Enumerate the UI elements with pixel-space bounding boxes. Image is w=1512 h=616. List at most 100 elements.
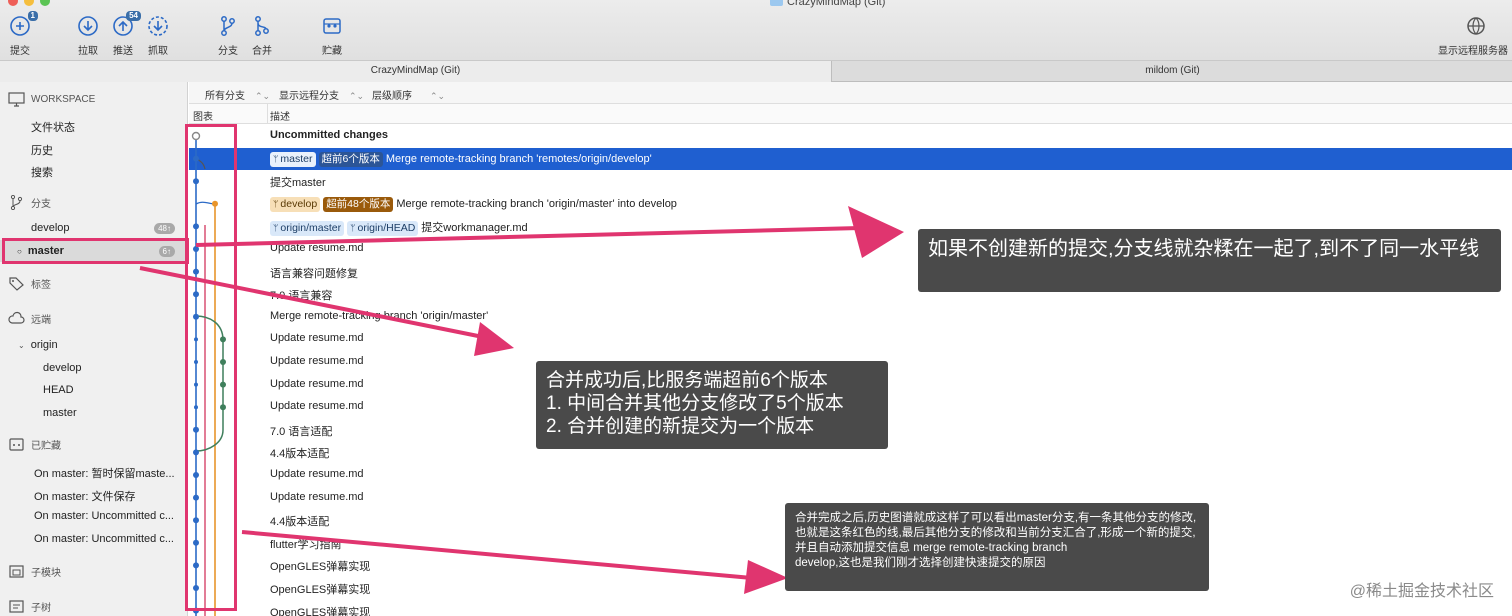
branches-header[interactable]: 分支 [8,194,51,211]
stash-button[interactable]: 贮藏 [312,14,352,57]
commit-description: 提交master [270,174,326,190]
subtrees-header[interactable]: 子树 [8,599,51,614]
commit-message: 7.0 语言适配 [270,425,333,438]
sidebar-stash-item[interactable]: On master: 文件保存 [34,488,135,504]
commit-row[interactable]: ᛘ master 超前6个版本 Merge remote-tracking branc… [189,147,1512,170]
globe-icon [1464,14,1488,38]
commit-row[interactable]: Merge remote-tracking branch 'origin/mas… [189,306,1512,328]
commit-message: Merge remote-tracking branch 'remotes/or… [385,152,652,165]
commit-row[interactable]: ᛘ develop 超前48个版本 Merge remote-tracking bra… [189,193,1512,215]
commit-message: Update resume.md [270,355,364,367]
pull-button[interactable]: 拉取 [68,14,108,57]
commit-message: Merge remote-tracking branch 'origin/mas… [270,309,489,322]
window-title: CrazyMindMap (Git) [770,0,885,8]
commit-message: 7.0 语言兼容 [270,290,333,303]
chevron-updown-icon: ⌃⌄ [349,91,365,101]
commit-description: Update resume.md [270,491,364,503]
commit-description: Update resume.md [270,332,364,344]
fetch-label: 抓取 [148,46,168,57]
branch-icon [8,194,25,211]
repo-tab-mildom[interactable]: mildom (Git) [833,61,1512,82]
fetch-button[interactable]: 抓取 [138,14,178,57]
commit-message: OpenGLES弹幕实现 [270,561,371,574]
commit-message: 提交workmanager.md [421,222,528,235]
monitor-icon [8,92,25,107]
note2-line: 1. 中间合并其他分支修改了5个版本 [546,393,844,414]
commit-description: Update resume.md [270,378,364,390]
filter-bar: 所有分支 ⌃⌄ 显示远程分支 ⌃⌄ 层级顺序 ⌃⌄ [189,82,1512,104]
commit-row[interactable]: Update resume.md [189,328,1512,350]
commit-button[interactable]: 1 提交 [0,11,40,57]
branch-chip-label: master [280,152,313,165]
submodules-label: 子模块 [31,568,61,579]
sidebar-item-origin-develop[interactable]: develop [43,362,82,374]
commit-description: 4.4版本适配 [270,445,329,461]
commit-description: flutter学习指南 [270,536,342,552]
zoom-window-button[interactable] [40,0,50,6]
subtree-icon [8,599,25,614]
sidebar-item-origin-master[interactable]: master [43,407,77,419]
order-dropdown[interactable]: 层级顺序 ⌃⌄ [372,87,445,102]
stashes-label: 已贮藏 [31,441,61,452]
remote-label: 显示远程服务器 [1438,46,1508,57]
commit-description: Merge remote-tracking branch 'origin/mas… [270,310,488,322]
sourcetree-window: CrazyMindMap (Git) 1 提交 拉取 54 推送 抓取 分支 合… [0,0,1512,616]
stashes-header[interactable]: 已贮藏 [8,437,61,452]
submodule-icon [8,564,25,579]
commit-description: OpenGLES弹幕实现 [270,604,370,616]
description-column-header[interactable]: 描述 [270,108,290,123]
remote-filter-dropdown[interactable]: 显示远程分支 ⌃⌄ [279,87,364,102]
graph-column-header[interactable]: 图表 [193,108,213,123]
tags-header[interactable]: 标签 [8,276,51,291]
commit-message: 提交master [270,177,326,190]
branch-filter-dropdown[interactable]: 所有分支 ⌃⌄ [205,87,270,102]
tags-label: 标签 [31,280,51,291]
merge-label: 合并 [252,46,272,57]
commit-description: ᛘ origin/master ᛘ origin/HEAD 提交workmanager.… [270,219,528,237]
commit-message: flutter学习指南 [270,538,342,551]
close-window-button[interactable] [8,0,18,6]
stash-label: 贮藏 [322,46,342,57]
sidebar-stash-item[interactable]: On master: Uncommitted c... [34,533,174,545]
branch-chip[interactable]: ᛘ master [270,151,316,167]
sidebar-item-search[interactable]: 搜索 [31,164,53,180]
commit-row[interactable]: 提交master [189,170,1512,192]
branch-chip[interactable]: ᛘ develop [270,196,321,212]
sidebar-item-origin[interactable]: ⌄ origin [18,339,58,351]
folder-icon [770,0,783,6]
note3-line: 合并完成之后,历史图谱就成这样了可以看出master分支,有一条其他分支的修改,… [795,512,1197,554]
commit-row[interactable]: Update resume.md [189,464,1512,486]
commit-description: 7.0 语言兼容 [270,287,332,303]
sidebar-item-origin-head[interactable]: HEAD [43,384,74,396]
note3-line: develop,这也是我们刚才选择创建快速提交的原因 [795,557,1046,569]
submodules-header[interactable]: 子模块 [8,564,61,579]
push-button[interactable]: 54 推送 [103,11,143,57]
branch-icon: ᛘ [273,198,279,209]
column-divider[interactable] [267,104,268,124]
sidebar-item-history[interactable]: 历史 [31,142,53,158]
repo-tab-crazymindmap[interactable]: CrazyMindMap (Git) [0,61,832,82]
show-remote-button[interactable]: 显示远程服务器 [1438,14,1508,57]
sidebar-item-develop[interactable]: develop [31,222,70,234]
commit-message: 语言兼容问题修复 [270,267,358,280]
merge-button[interactable]: 合并 [242,14,282,57]
commit-description: Update resume.md [270,242,364,254]
annotation-box-master [2,238,189,264]
commit-message: 4.4版本适配 [270,448,330,461]
remote-filter-label: 显示远程分支 [279,91,339,102]
commit-row[interactable]: OpenGLES弹幕实现 [189,600,1512,616]
sidebar-stash-item[interactable]: On master: 暂时保留maste... [34,465,175,481]
sidebar-item-file-status[interactable]: 文件状态 [31,119,75,135]
remote-branch-chip[interactable]: ᛘ origin/HEAD [347,221,419,237]
push-icon: 54 [111,11,141,38]
remote-branch-chip[interactable]: ᛘ origin/master [270,221,345,237]
commit-description: 语言兼容问题修复 [270,265,358,281]
remotes-header[interactable]: 远端 [8,311,51,326]
commit-row[interactable]: Uncommitted changes [189,125,1512,147]
annotation-note-2: 合并成功后,比服务端超前6个版本 1. 中间合并其他分支修改了5个版本 2. 合… [536,361,888,449]
commit-message: Update resume.md [270,242,364,254]
workspace-label: WORKSPACE [31,94,96,105]
minimize-window-button[interactable] [24,0,34,6]
branch-chip-label: develop [280,197,318,210]
sidebar-stash-item[interactable]: On master: Uncommitted c... [34,510,174,522]
